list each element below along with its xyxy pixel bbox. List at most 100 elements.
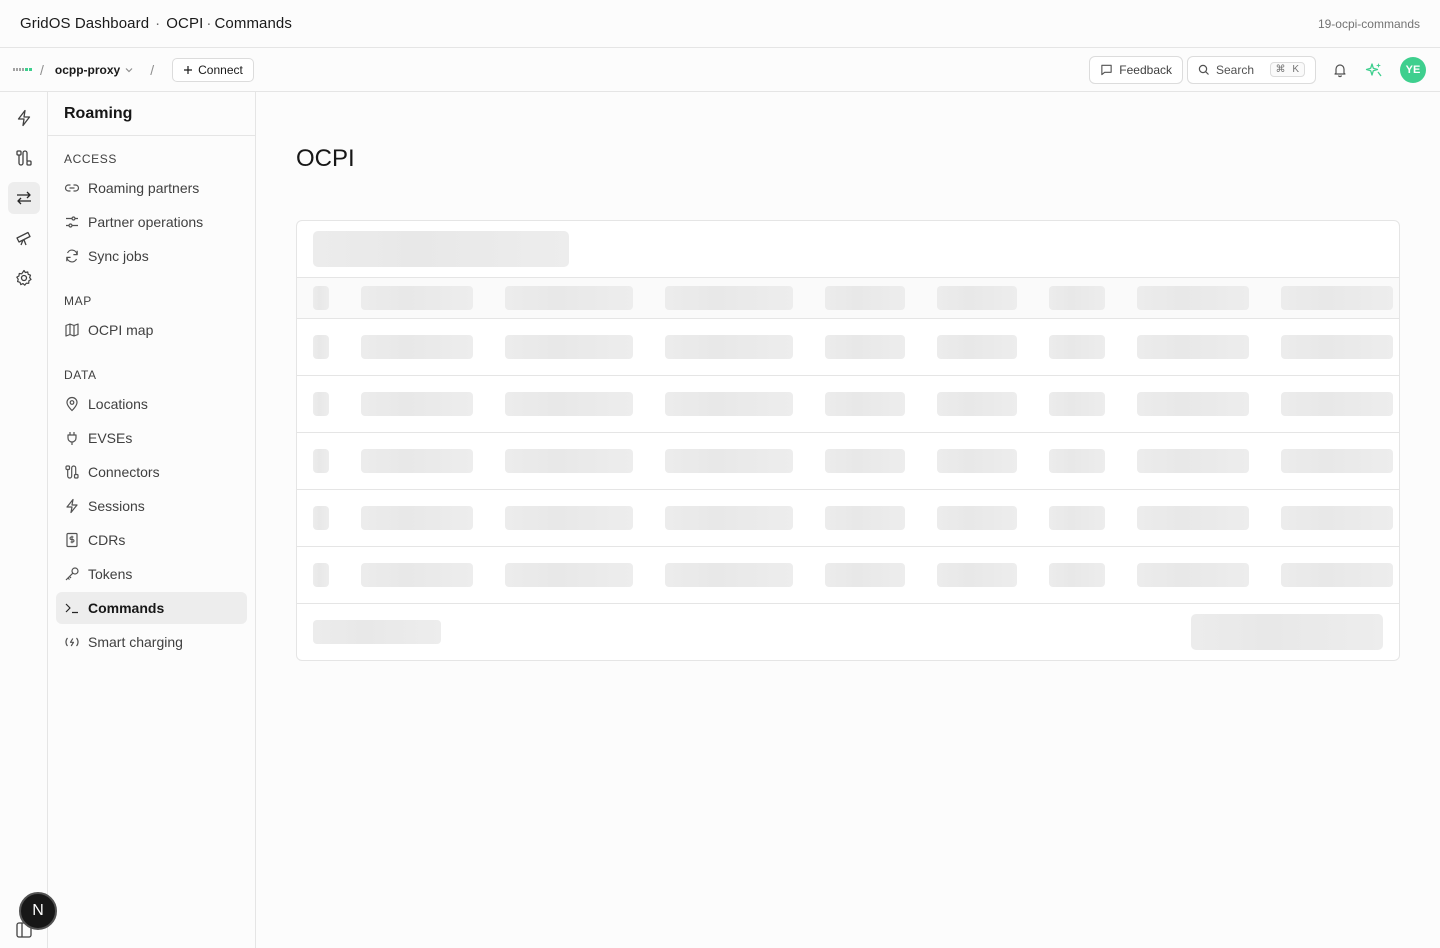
cell-skeleton <box>361 392 473 416</box>
feedback-label: Feedback <box>1119 62 1172 77</box>
header-cell-skeleton <box>937 286 1017 310</box>
cell-skeleton <box>313 449 329 473</box>
cell-skeleton <box>313 392 329 416</box>
cell-skeleton <box>665 449 793 473</box>
search-shortcut: ⌘ K <box>1269 62 1305 77</box>
map-pin-icon <box>66 396 78 412</box>
bell-icon <box>1334 63 1346 77</box>
terminal-icon <box>65 603 78 614</box>
sidebar-item-partner-operations[interactable]: Partner operations <box>56 206 247 238</box>
cell-skeleton <box>937 449 1017 473</box>
cell-skeleton <box>505 335 633 359</box>
section-label-map: MAP <box>64 294 92 308</box>
rail-item-settings[interactable] <box>8 262 40 294</box>
cell-skeleton <box>313 506 329 530</box>
project-name: ocpp-proxy <box>54 62 121 77</box>
cell-skeleton <box>1281 506 1393 530</box>
sidebar-item-ocpi-map[interactable]: OCPI map <box>56 314 247 346</box>
page-slug: 19-ocpi-commands <box>1317 16 1420 31</box>
row-divider <box>297 375 1399 376</box>
connect-button[interactable]: Connect <box>172 57 254 82</box>
feedback-button[interactable]: Feedback <box>1089 55 1183 84</box>
cell-skeleton <box>937 563 1017 587</box>
sidebar-item-locations[interactable]: Locations <box>56 388 247 420</box>
assistant-button[interactable] <box>1360 56 1388 84</box>
sidebar-item-commands[interactable]: Commands <box>56 592 247 624</box>
window-title: GridOS Dashboard · OCPI · Commands <box>20 15 292 32</box>
cell-skeleton <box>1137 563 1249 587</box>
key-icon <box>65 567 79 581</box>
sidebar-item-tokens[interactable]: Tokens <box>56 558 247 590</box>
rail-item-observe[interactable] <box>8 222 40 254</box>
chevron-down-icon <box>125 67 133 72</box>
header-cell-skeleton <box>313 286 329 310</box>
user-avatar[interactable]: YE <box>1400 56 1426 83</box>
cell-skeleton <box>505 449 633 473</box>
cell-skeleton <box>1281 563 1393 587</box>
header-cell-skeleton <box>825 286 905 310</box>
shortcut-modifier: ⌘ <box>1275 64 1286 75</box>
sidebar-item-sessions[interactable]: Sessions <box>56 490 247 522</box>
page-title: OCPI <box>296 145 355 172</box>
sidebar-item-label: Tokens <box>88 566 133 582</box>
search-icon <box>1198 64 1209 75</box>
telescope-icon <box>16 231 31 246</box>
cell-skeleton <box>1137 449 1249 473</box>
rail-item-roaming[interactable] <box>8 182 40 214</box>
search-label: Search <box>1216 62 1255 77</box>
pagination-controls-skeleton <box>1191 614 1383 650</box>
cell-skeleton <box>1281 449 1393 473</box>
row-divider <box>297 318 1399 319</box>
sliders-icon <box>66 216 78 228</box>
page-name: Commands <box>214 15 292 32</box>
cell-skeleton <box>1137 335 1249 359</box>
cell-skeleton <box>1049 449 1105 473</box>
icon-rail <box>0 92 48 948</box>
sidebar-item-label: OCPI map <box>88 322 154 338</box>
cell-skeleton <box>361 506 473 530</box>
sidebar-item-sync-jobs[interactable]: Sync jobs <box>56 240 247 272</box>
cell-skeleton <box>1281 335 1393 359</box>
plug-icon <box>67 432 77 445</box>
cell-skeleton <box>665 392 793 416</box>
breadcrumb-separator: / <box>40 61 44 78</box>
cell-skeleton <box>665 563 793 587</box>
gear-icon <box>16 269 32 286</box>
cell-skeleton <box>505 563 633 587</box>
cell-skeleton <box>505 506 633 530</box>
header-cell-skeleton <box>505 286 633 310</box>
cell-skeleton <box>1281 392 1393 416</box>
cell-skeleton <box>825 449 905 473</box>
sidebar-item-smart-charging[interactable]: Smart charging <box>56 626 247 658</box>
avatar-initials: YE <box>1405 63 1421 76</box>
sidebar-title: Roaming <box>48 92 255 136</box>
charging-icon <box>65 637 79 647</box>
sparkle-icon <box>1365 62 1382 76</box>
cell-skeleton <box>361 563 473 587</box>
header-cell-skeleton <box>1137 286 1249 310</box>
cell-skeleton <box>825 563 905 587</box>
search-button[interactable]: Search ⌘ K <box>1187 55 1316 84</box>
app-name: GridOS Dashboard <box>20 15 150 32</box>
sidebar-item-roaming-partners[interactable]: Roaming partners <box>56 172 247 204</box>
brand-logo-icon[interactable] <box>13 68 32 71</box>
row-divider <box>297 489 1399 490</box>
sidebar-item-cdrs[interactable]: CDRs <box>56 524 247 556</box>
header-cell-skeleton <box>1049 286 1105 310</box>
rail-item-connectors[interactable] <box>8 142 40 174</box>
project-selector[interactable]: ocpp-proxy <box>55 63 134 77</box>
map-icon <box>65 323 79 337</box>
header-cell-skeleton <box>1281 286 1393 310</box>
header-cell-skeleton <box>665 286 793 310</box>
pagination-info-skeleton <box>313 620 441 644</box>
cell-skeleton <box>1049 506 1105 530</box>
rail-item-charging[interactable] <box>8 102 40 134</box>
dev-tools-badge[interactable]: N <box>19 892 57 930</box>
bolt-icon <box>66 498 78 514</box>
notifications-button[interactable] <box>1326 56 1354 84</box>
cell-skeleton <box>1137 506 1249 530</box>
sidebar-item-evses[interactable]: EVSEs <box>56 422 247 454</box>
sidebar-item-connectors[interactable]: Connectors <box>56 456 247 488</box>
sidebar-item-label: EVSEs <box>88 430 133 446</box>
window-titlebar: GridOS Dashboard · OCPI · Commands 19-ocpi-c… <box>0 0 1440 48</box>
